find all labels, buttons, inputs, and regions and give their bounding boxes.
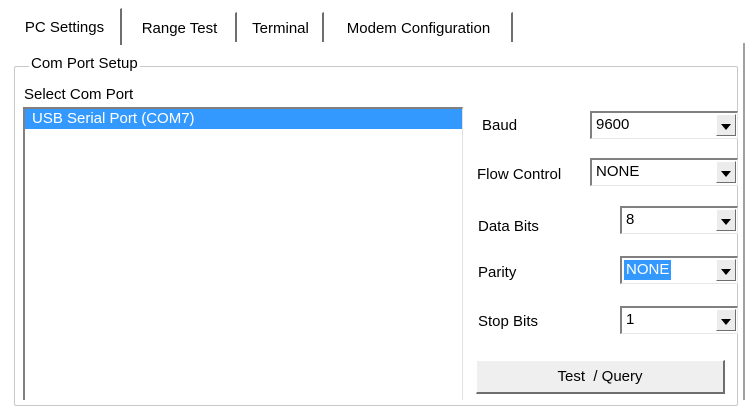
parity-label: Parity	[478, 264, 517, 281]
panel-border	[9, 43, 10, 400]
list-item[interactable]: USB Serial Port (COM7)	[25, 109, 462, 129]
parity-value: NONE	[624, 260, 672, 280]
tab-terminal[interactable]: Terminal	[238, 12, 324, 43]
flow-control-value: NONE	[596, 163, 640, 180]
stop-bits-value: 1	[626, 311, 635, 328]
test-query-label: Test / Query	[557, 368, 643, 385]
tab-strip: PC Settings Range Test Terminal Modem Co…	[8, 8, 746, 45]
flow-control-select[interactable]: NONE	[590, 158, 738, 186]
data-bits-label: Data Bits	[478, 218, 539, 235]
panel-border	[743, 43, 745, 400]
chevron-down-icon[interactable]	[716, 114, 736, 136]
chevron-down-icon[interactable]	[716, 259, 736, 281]
tab-label: Range Test	[141, 20, 218, 37]
tab-label: Modem Configuration	[346, 20, 491, 37]
tab-modem-configuration[interactable]: Modem Configuration	[325, 12, 513, 43]
group-title: Com Port Setup	[29, 55, 140, 72]
com-port-list[interactable]: USB Serial Port (COM7)	[23, 107, 463, 400]
baud-value: 9600	[596, 116, 630, 133]
baud-label: Baud	[482, 117, 518, 134]
parity-select[interactable]: NONE	[620, 256, 738, 284]
test-query-button[interactable]: Test / Query	[476, 360, 725, 394]
stop-bits-select[interactable]: 1	[620, 306, 738, 334]
chevron-down-icon[interactable]	[716, 209, 736, 231]
tab-pc-settings[interactable]: PC Settings	[8, 8, 122, 45]
tab-label: Terminal	[252, 20, 309, 37]
select-com-port-label: Select Com Port	[24, 86, 134, 103]
data-bits-value: 8	[626, 211, 635, 228]
stop-bits-label: Stop Bits	[478, 313, 539, 330]
tab-label: PC Settings	[24, 19, 105, 36]
chevron-down-icon[interactable]	[716, 161, 736, 183]
baud-select[interactable]: 9600	[590, 111, 738, 139]
chevron-down-icon[interactable]	[716, 309, 736, 331]
flow-control-label: Flow Control	[477, 166, 562, 183]
tab-range-test[interactable]: Range Test	[123, 12, 237, 43]
data-bits-select[interactable]: 8	[620, 206, 738, 234]
